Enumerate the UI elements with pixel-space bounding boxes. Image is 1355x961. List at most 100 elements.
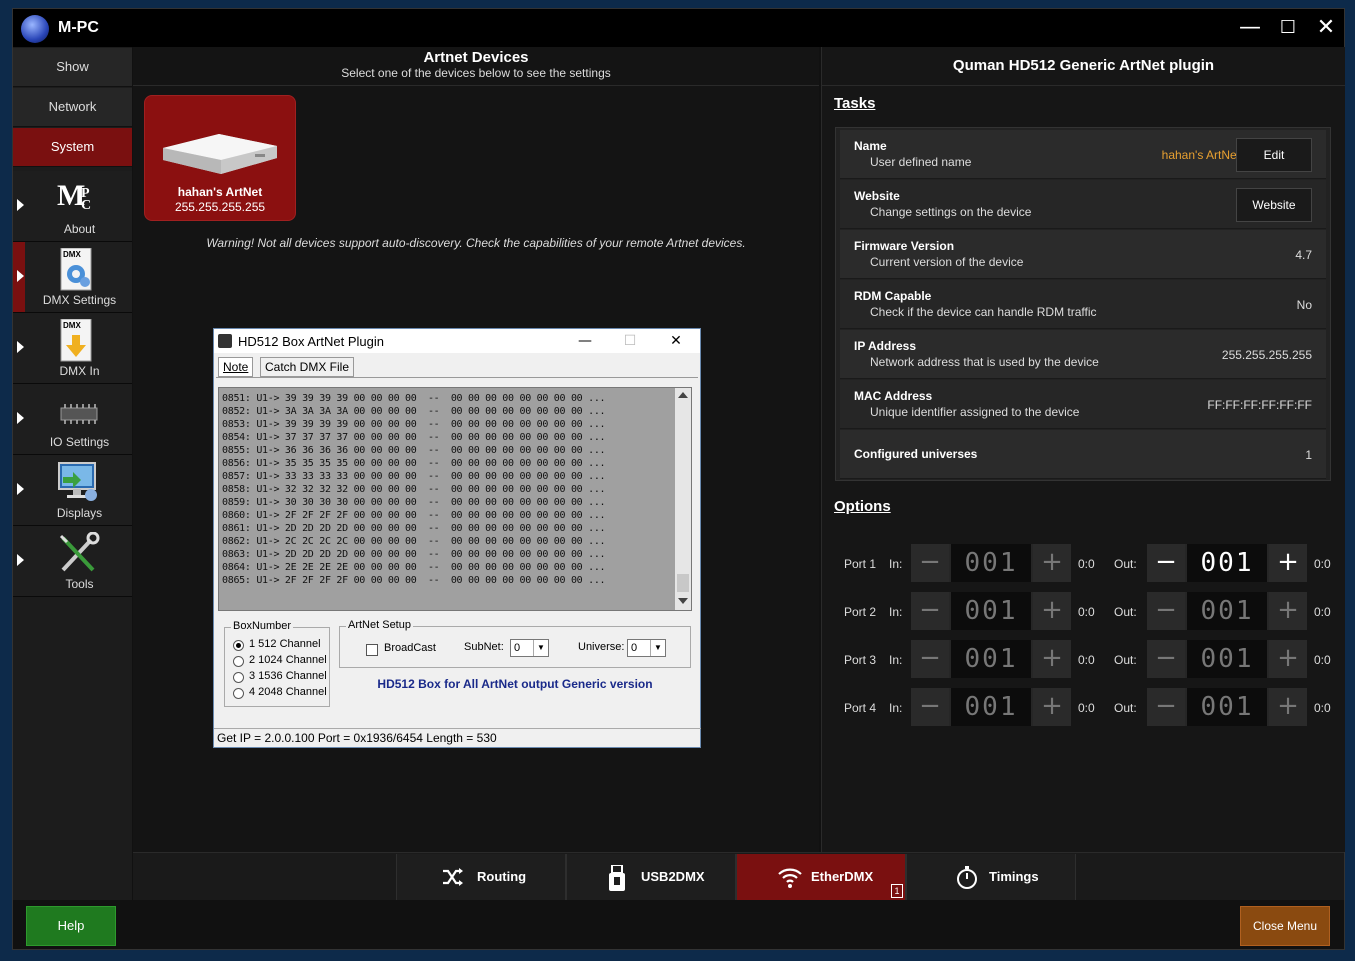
status-bar: Get IP = 2.0.0.100 Port = 0x1936/6454 Le… [214, 728, 701, 747]
task-name: MAC Address [854, 389, 933, 403]
tab-label: USB2DMX [641, 869, 705, 884]
in-value-display: 001 [951, 688, 1031, 726]
scroll-down-icon[interactable] [678, 598, 688, 604]
plugin-dialog: HD512 Box ArtNet Plugin — ☐ ✕ Note Catch… [213, 328, 701, 748]
in-address: 0:0 [1078, 701, 1095, 715]
radio-label: 3 1536 Channel [249, 670, 327, 682]
dmx-settings-icon: DMX [57, 247, 101, 292]
tab-etherdmx[interactable]: EtherDMX 1 [736, 854, 906, 900]
app-logo-icon [21, 15, 49, 43]
dialog-minimize-button[interactable]: — [570, 331, 600, 351]
minimize-button[interactable]: — [1235, 15, 1265, 41]
log-line: 0858: U1-> 32 32 32 32 00 00 00 00 -- 00… [222, 484, 606, 495]
help-button[interactable]: Help [26, 906, 116, 946]
expand-arrow-icon[interactable] [17, 412, 24, 424]
increment-button[interactable]: + [1033, 592, 1071, 630]
tab-note[interactable]: Note [218, 357, 254, 377]
log-scrollbar[interactable] [675, 388, 691, 610]
decrement-button[interactable]: − [911, 640, 949, 678]
increment-button[interactable]: + [1269, 688, 1307, 726]
warning-text: Warning! Not all devices support auto-di… [206, 236, 746, 250]
tab-usb2dmx[interactable]: USB2DMX [566, 854, 736, 900]
dmx-log[interactable]: 0851: U1-> 39 39 39 39 00 00 00 00 -- 00… [218, 387, 692, 611]
task-row-website: Website Change settings on the device We… [840, 180, 1326, 229]
increment-button[interactable]: + [1269, 592, 1307, 630]
sidebar-item-about[interactable]: MPC About [13, 171, 132, 242]
increment-button[interactable]: + [1033, 688, 1071, 726]
sidebar-button-network[interactable]: Network [13, 88, 132, 127]
decrement-button[interactable]: − [911, 592, 949, 630]
sidebar-item-dmx-in[interactable]: DMX DMX In [13, 313, 132, 384]
title-bar: M-PC — ☐ ✕ [13, 9, 1344, 47]
svg-text:DMX: DMX [63, 250, 81, 259]
decrement-button[interactable]: − [911, 688, 949, 726]
universe-select[interactable]: 0 ▼ [627, 639, 666, 657]
sidebar: Show Network System MPC About DMX DMX Se… [13, 47, 132, 900]
task-value: hahan's ArtNet [1161, 148, 1240, 162]
increment-button[interactable]: + [1033, 544, 1071, 582]
maximize-button[interactable]: ☐ [1273, 15, 1303, 41]
decrement-button[interactable]: − [1147, 544, 1185, 582]
bottom-tab-bar: Routing USB2DMX EtherDMX 1 Timings [133, 852, 1344, 901]
scroll-up-icon[interactable] [678, 392, 688, 398]
tab-label: EtherDMX [811, 869, 874, 884]
decrement-button[interactable]: − [911, 544, 949, 582]
increment-button[interactable]: + [1033, 640, 1071, 678]
wifi-icon [777, 865, 802, 889]
in-address: 0:0 [1078, 557, 1095, 571]
tab-routing[interactable]: Routing [396, 854, 566, 900]
log-line: 0851: U1-> 39 39 39 39 00 00 00 00 -- 00… [222, 393, 606, 404]
broadcast-checkbox[interactable] [366, 644, 378, 656]
log-line: 0861: U1-> 2D 2D 2D 2D 00 00 00 00 -- 00… [222, 523, 606, 534]
radio-box-4[interactable] [233, 688, 244, 699]
website-button[interactable]: Website [1236, 188, 1312, 222]
stopwatch-icon [955, 865, 979, 889]
radio-box-1[interactable] [233, 640, 244, 651]
increment-button[interactable]: + [1269, 640, 1307, 678]
chip-icon [57, 390, 101, 434]
sidebar-item-io-settings[interactable]: IO Settings [13, 384, 132, 455]
shuffle-icon [441, 865, 465, 889]
log-line: 0860: U1-> 2F 2F 2F 2F 00 00 00 00 -- 00… [222, 510, 606, 521]
expand-arrow-icon[interactable] [17, 270, 24, 282]
divider [822, 85, 1345, 86]
tab-timings[interactable]: Timings [906, 854, 1076, 900]
edit-button[interactable]: Edit [1236, 138, 1312, 172]
increment-button[interactable]: + [1269, 544, 1307, 582]
task-row-firmware: Firmware Version Current version of the … [840, 230, 1326, 279]
tools-icon [57, 531, 101, 576]
port-label: Port 2 [844, 605, 877, 619]
log-line: 0854: U1-> 37 37 37 37 00 00 00 00 -- 00… [222, 432, 606, 443]
sidebar-button-show[interactable]: Show [13, 48, 132, 87]
close-menu-button[interactable]: Close Menu [1240, 906, 1330, 946]
task-desc: Unique identifier assigned to the device [870, 405, 1080, 419]
in-stepper: −001 + [911, 592, 1071, 630]
artnet-setup-label: ArtNet Setup [346, 619, 413, 631]
radio-box-2[interactable] [233, 656, 244, 667]
scroll-thumb[interactable] [677, 574, 689, 592]
task-name: RDM Capable [854, 289, 932, 303]
tab-label: Routing [477, 869, 527, 884]
decrement-button[interactable]: − [1147, 592, 1185, 630]
expand-arrow-icon[interactable] [17, 554, 24, 566]
in-value-display: 001 [951, 544, 1031, 582]
sidebar-item-tools[interactable]: Tools [13, 526, 132, 597]
log-line: 0853: U1-> 39 39 39 39 00 00 00 00 -- 00… [222, 419, 606, 430]
expand-arrow-icon[interactable] [17, 341, 24, 353]
sidebar-button-system[interactable]: System [13, 128, 132, 167]
sidebar-item-dmx-settings[interactable]: DMX DMX Settings [13, 242, 132, 313]
decrement-button[interactable]: − [1147, 640, 1185, 678]
radio-box-3[interactable] [233, 672, 244, 683]
dialog-close-button[interactable]: ✕ [661, 331, 691, 351]
subnet-select[interactable]: 0 ▼ [510, 639, 549, 657]
expand-arrow-icon[interactable] [17, 199, 24, 211]
tasks-heading: Tasks [834, 95, 876, 112]
decrement-button[interactable]: − [1147, 688, 1185, 726]
tab-catch-dmx-file[interactable]: Catch DMX File [260, 357, 355, 377]
sidebar-item-displays[interactable]: Displays [13, 455, 132, 526]
device-tile[interactable]: hahan's ArtNet 255.255.255.255 [144, 95, 296, 221]
close-button[interactable]: ✕ [1311, 15, 1341, 41]
expand-arrow-icon[interactable] [17, 483, 24, 495]
in-value-display: 001 [951, 592, 1031, 630]
subnet-label: SubNet: [464, 641, 504, 653]
